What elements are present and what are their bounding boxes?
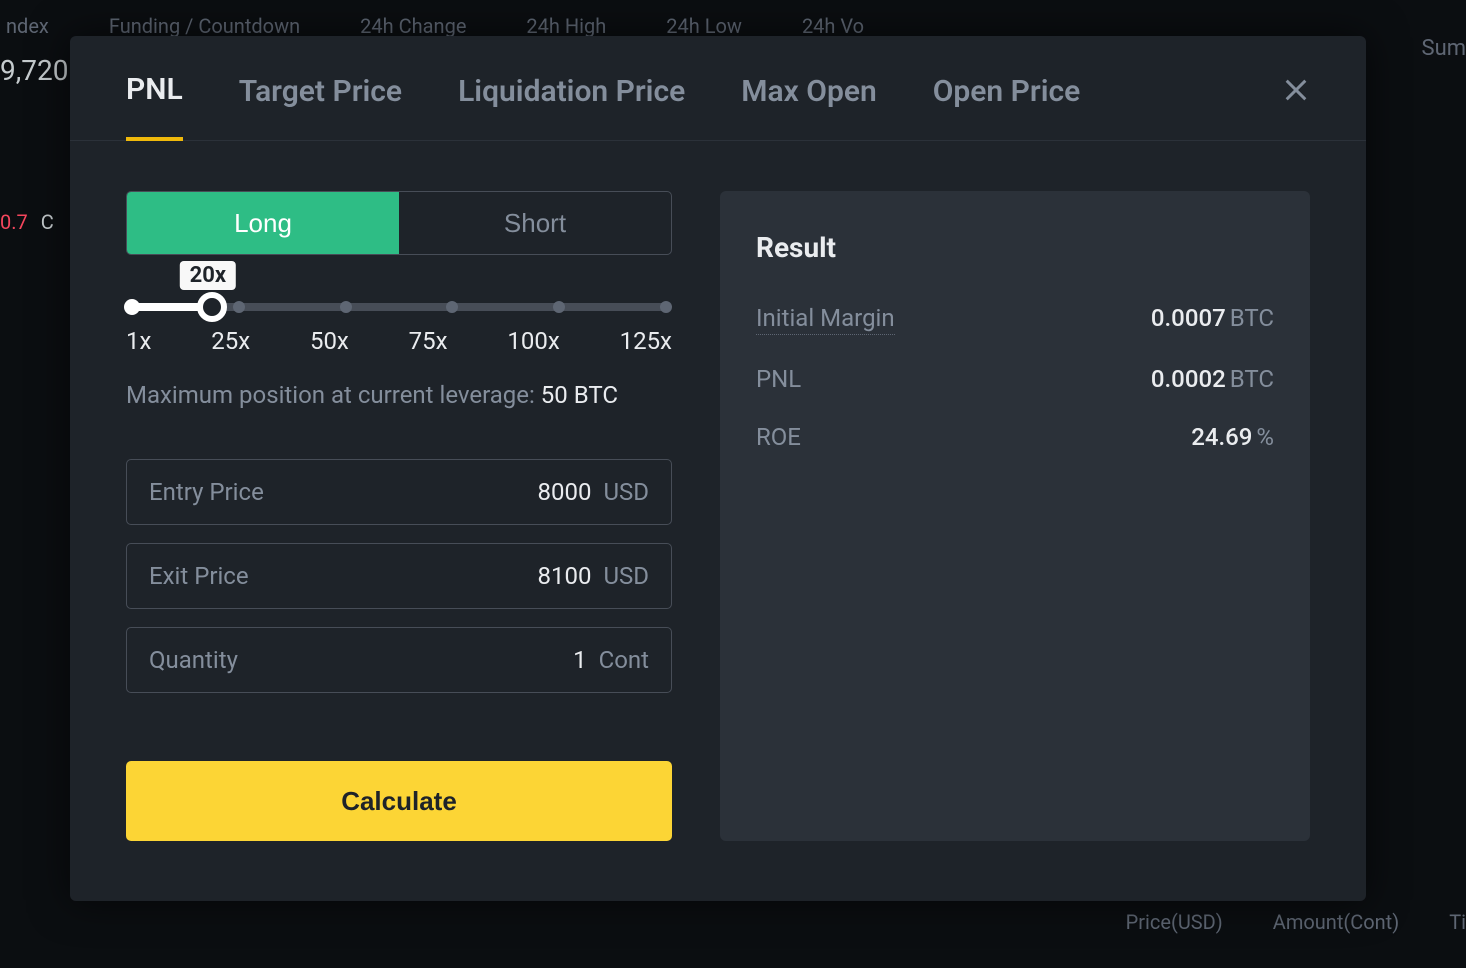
long-button[interactable]: Long [127, 192, 399, 254]
pnl-calculator-modal: PNL Target Price Liquidation Price Max O… [70, 36, 1366, 901]
quantity-field[interactable]: Quantity Cont [126, 627, 672, 693]
entry-price-input[interactable] [264, 478, 592, 506]
quantity-unit: Cont [599, 646, 649, 674]
tab-liquidation-price[interactable]: Liquidation Price [458, 74, 685, 139]
exit-price-field[interactable]: Exit Price USD [126, 543, 672, 609]
close-button[interactable] [1282, 76, 1310, 136]
result-label-pnl: PNL [756, 365, 801, 393]
tab-pnl[interactable]: PNL [126, 72, 183, 141]
tab-target-price[interactable]: Target Price [239, 74, 402, 139]
entry-price-unit: USD [603, 478, 649, 506]
short-button[interactable]: Short [399, 192, 671, 254]
result-label-roe: ROE [756, 423, 801, 451]
modal-tabs: PNL Target Price Liquidation Price Max O… [70, 36, 1366, 141]
tab-open-price[interactable]: Open Price [933, 74, 1081, 139]
exit-price-label: Exit Price [149, 562, 249, 590]
calculate-button[interactable]: Calculate [126, 761, 672, 841]
exit-price-unit: USD [603, 562, 649, 590]
leverage-slider-labels: 1x 25x 50x 75x 100x 125x [126, 327, 672, 355]
result-panel: Result Initial Margin 0.0007BTC PNL 0.00… [720, 191, 1310, 841]
leverage-tooltip: 20x [180, 261, 236, 290]
position-side-toggle: Long Short [126, 191, 672, 255]
calculator-inputs-panel: Long Short 20x 1x 25x 50 [126, 191, 672, 841]
close-icon [1282, 76, 1310, 104]
max-position-label: Maximum position at current leverage: 50… [126, 381, 672, 409]
result-row-initial-margin: Initial Margin 0.0007BTC [756, 304, 1274, 335]
leverage-slider-handle[interactable] [197, 292, 227, 322]
result-row-roe: ROE 24.69% [756, 423, 1274, 451]
result-label-initial-margin: Initial Margin [756, 304, 895, 335]
leverage-slider[interactable]: 20x 1x 25x 50x 75x 100x 1 [126, 303, 672, 355]
quantity-input[interactable] [238, 646, 587, 674]
entry-price-field[interactable]: Entry Price USD [126, 459, 672, 525]
exit-price-input[interactable] [249, 562, 592, 590]
tab-max-open[interactable]: Max Open [741, 74, 876, 139]
result-title: Result [756, 231, 1274, 264]
result-row-pnl: PNL 0.0002BTC [756, 365, 1274, 393]
quantity-label: Quantity [149, 646, 238, 674]
entry-price-label: Entry Price [149, 478, 264, 506]
